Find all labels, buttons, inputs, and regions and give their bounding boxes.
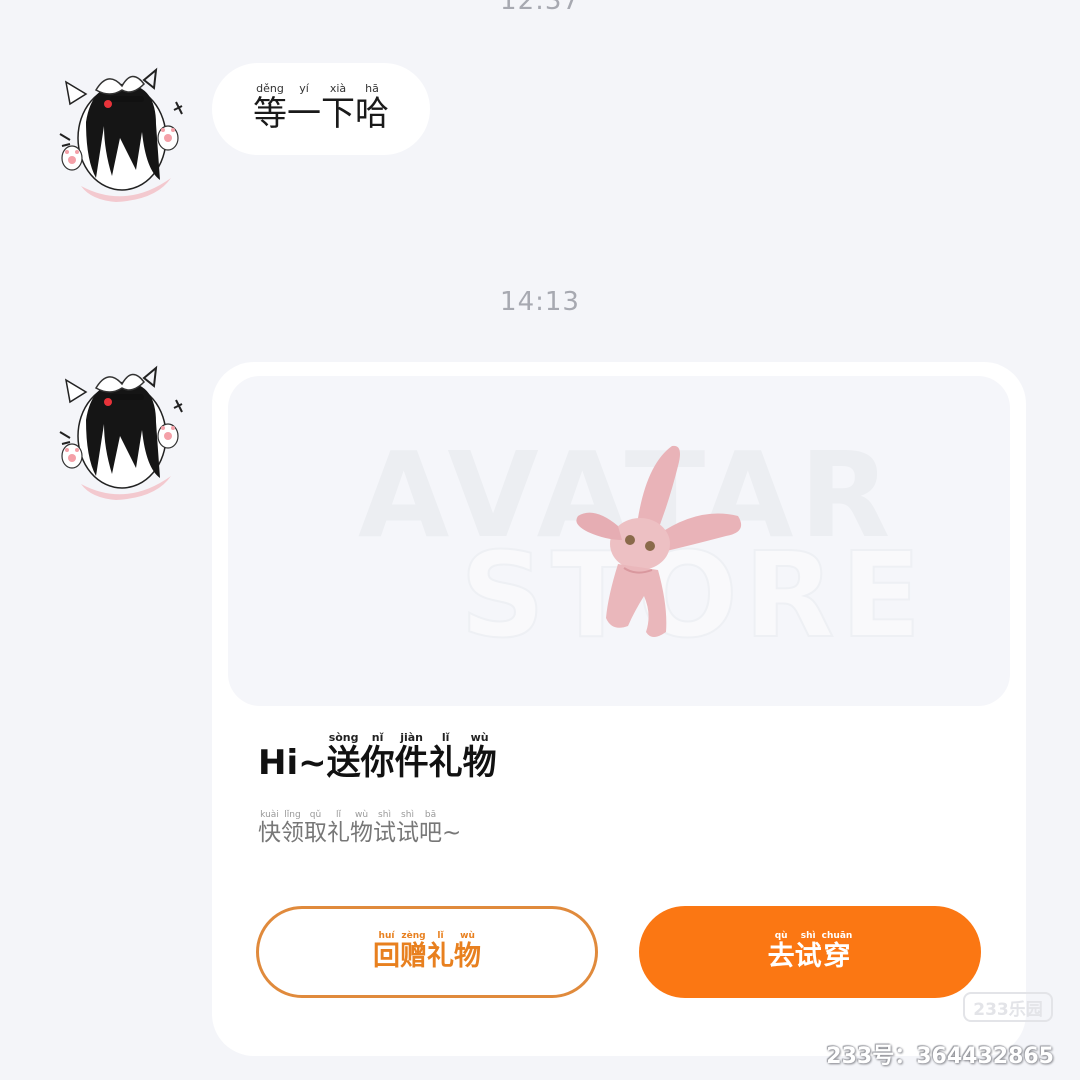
- gift-title-char: 你nǐ: [360, 731, 395, 783]
- button-char: 回huí: [373, 931, 400, 972]
- avatar[interactable]: [56, 358, 188, 506]
- return-gift-button[interactable]: 回huí 赠zèng 礼lǐ 物wù: [256, 906, 598, 998]
- button-char: 去qù: [767, 931, 795, 972]
- gift-title-char: 礼lǐ: [428, 731, 463, 783]
- bunny-plush-icon: [576, 445, 742, 637]
- gift-subtitle-char: 取qǔ: [304, 810, 327, 846]
- gift-title: Hi~送sòng你nǐ件jiàn礼lǐ物wù: [258, 731, 497, 784]
- gift-title-char: 件jiàn: [394, 731, 429, 783]
- button-char: 穿chuān: [821, 931, 853, 972]
- try-on-button[interactable]: 去qù 试shì 穿chuān: [639, 906, 981, 998]
- gift-title-char: 物wù: [462, 731, 497, 783]
- gift-card[interactable]: AVATAR STORE Hi~送sòng你nǐ件jiàn礼lǐ物wù 快kuà…: [212, 362, 1026, 1056]
- site-logo: 233乐园: [963, 992, 1053, 1022]
- gift-subtitle-char: 试shì: [373, 810, 396, 846]
- message-char: 等děng: [253, 82, 287, 134]
- message-char: 下xià: [321, 82, 355, 134]
- message-char: 哈hā: [355, 82, 389, 134]
- timestamp: 14:13: [500, 287, 580, 317]
- watermark-id: 233号：364432865: [826, 1044, 1054, 1069]
- message-bubble[interactable]: 等děng 一yí 下xià 哈hā: [212, 63, 430, 155]
- message-char: 一yí: [287, 82, 321, 134]
- gift-subtitle-char: 快kuài: [258, 810, 281, 846]
- button-char: 赠zèng: [400, 931, 427, 972]
- gift-subtitle-char: 礼lǐ: [327, 810, 350, 846]
- gift-title-char: 送sòng: [326, 731, 361, 783]
- gift-subtitle-char: 吧bā: [419, 810, 442, 846]
- button-char: 试shì: [794, 931, 822, 972]
- button-char: 礼lǐ: [427, 931, 454, 972]
- avatar[interactable]: [56, 60, 188, 208]
- gift-subtitle-char: 领lǐng: [281, 810, 304, 846]
- gift-subtitle: 快kuài领lǐng取qǔ礼lǐ物wù试shì试shì吧bā~: [258, 810, 461, 847]
- gift-subtitle-char: 物wù: [350, 810, 373, 846]
- avatar-sticker-icon: [59, 365, 183, 500]
- gift-subtitle-suffix: ~: [442, 820, 462, 846]
- avatar-sticker-icon: [59, 67, 183, 202]
- gift-title-prefix: Hi~: [258, 743, 327, 783]
- gift-banner: AVATAR STORE: [228, 376, 1010, 706]
- button-char: 物wù: [454, 931, 481, 972]
- gift-subtitle-char: 试shì: [396, 810, 419, 846]
- timestamp: 12:37: [500, 0, 580, 16]
